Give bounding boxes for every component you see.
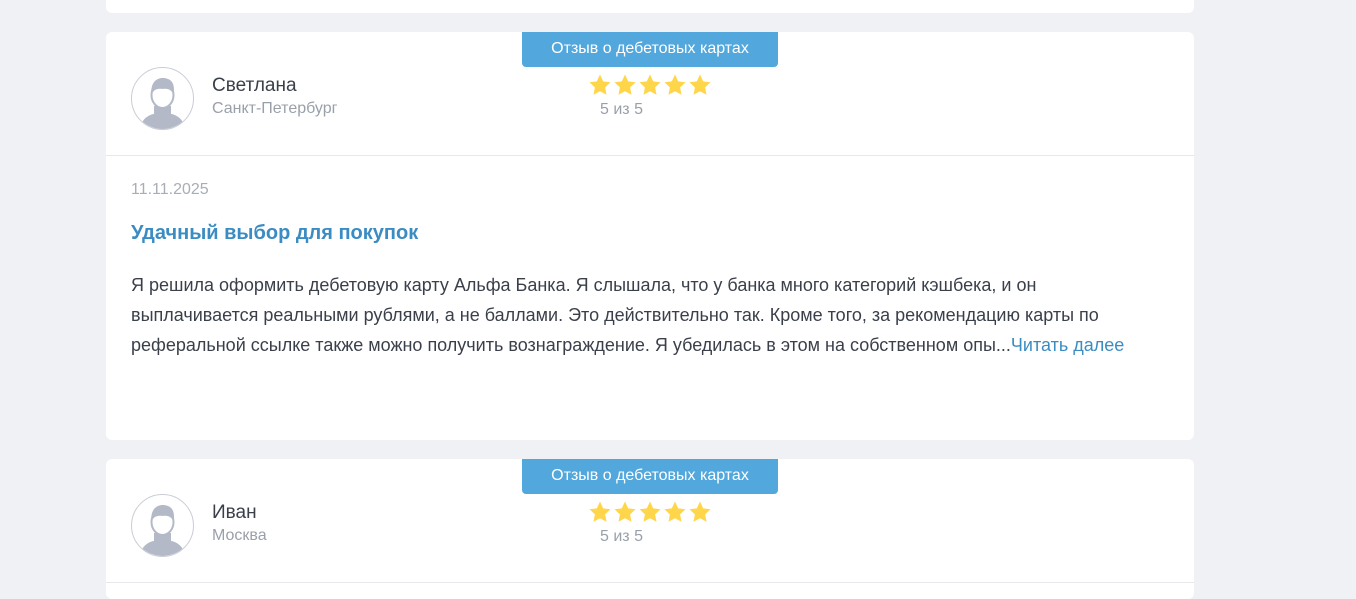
user-avatar-icon: [140, 505, 185, 556]
star-icon: [663, 500, 687, 524]
author-city: Москва: [212, 527, 267, 544]
star-icon: [663, 73, 687, 97]
rating-stars: [588, 73, 712, 97]
star-icon: [638, 500, 662, 524]
review-text-body: Я решила оформить дебетовую карту Альфа …: [131, 275, 1099, 355]
star-icon: [613, 500, 637, 524]
user-avatar-icon: [140, 78, 185, 129]
star-icon: [588, 73, 612, 97]
previous-review-card: [106, 0, 1194, 13]
review-card: Отзыв о дебетовых картах Светлана Санкт-…: [106, 32, 1194, 440]
avatar: [131, 67, 194, 130]
review-text: Я решила оформить дебетовую карту Альфа …: [131, 270, 1151, 360]
author-name: Иван: [212, 502, 257, 523]
star-icon: [638, 73, 662, 97]
review-category-tag[interactable]: Отзыв о дебетовых картах: [522, 32, 778, 67]
review-category-tag[interactable]: Отзыв о дебетовых картах: [522, 459, 778, 494]
avatar: [131, 494, 194, 557]
star-icon: [688, 500, 712, 524]
divider: [106, 155, 1194, 156]
author-city: Санкт-Петербург: [212, 100, 338, 117]
rating-label: 5 из 5: [600, 101, 643, 118]
author-name: Светлана: [212, 75, 297, 96]
read-more-link[interactable]: Читать далее: [1011, 335, 1124, 355]
review-card: Отзыв о дебетовых картах Иван Москва 5 и…: [106, 459, 1194, 599]
review-title[interactable]: Удачный выбор для покупок: [131, 222, 418, 245]
review-date: 11.11.2025: [131, 181, 209, 198]
rating-label: 5 из 5: [600, 528, 643, 545]
star-icon: [688, 73, 712, 97]
rating-stars: [588, 500, 712, 524]
star-icon: [588, 500, 612, 524]
divider: [106, 582, 1194, 583]
star-icon: [613, 73, 637, 97]
